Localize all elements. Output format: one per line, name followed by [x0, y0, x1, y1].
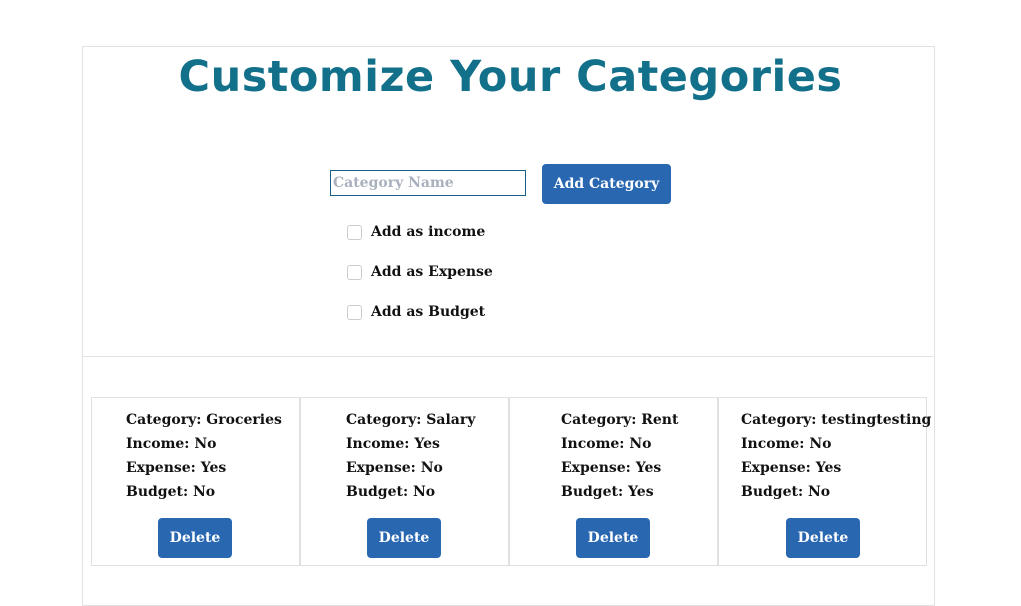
page-title: Customize Your Categories — [178, 52, 843, 102]
add-category-button[interactable]: Add Category — [542, 164, 671, 204]
category-income-text: Income: No — [126, 436, 217, 452]
category-name-text: Category: Groceries — [126, 412, 282, 428]
add-as-budget-option[interactable]: Add as Budget — [347, 304, 485, 320]
add-as-income-option[interactable]: Add as income — [347, 224, 485, 240]
category-card: Category: testingtesting Income: No Expe… — [718, 397, 931, 566]
delete-button[interactable]: Delete — [576, 518, 650, 558]
category-name-text: Category: testingtesting — [741, 412, 932, 428]
category-card: Category: Groceries Income: No Expense: … — [91, 397, 300, 566]
category-expense-text: Expense: No — [346, 460, 443, 476]
category-details: Category: Groceries Income: No Expense: … — [126, 408, 282, 504]
delete-button[interactable]: Delete — [158, 518, 232, 558]
category-expense-text: Expense: Yes — [561, 460, 662, 476]
category-expense-text: Expense: Yes — [741, 460, 842, 476]
category-name-text: Category: Rent — [561, 412, 679, 428]
add-as-expense-label: Add as Expense — [371, 264, 493, 280]
category-name-text: Category: Salary — [346, 412, 476, 428]
category-budget-text: Budget: No — [346, 484, 436, 500]
category-card: Category: Salary Income: Yes Expense: No… — [300, 397, 509, 566]
category-income-text: Income: Yes — [346, 436, 440, 452]
section-divider — [82, 356, 935, 357]
category-details: Category: testingtesting Income: No Expe… — [741, 408, 931, 504]
add-as-budget-checkbox[interactable] — [347, 304, 362, 320]
category-name-input[interactable] — [330, 170, 526, 196]
delete-button[interactable]: Delete — [786, 518, 860, 558]
add-as-expense-option[interactable]: Add as Expense — [347, 264, 493, 280]
category-card: Category: Rent Income: No Expense: Yes B… — [509, 397, 718, 566]
category-details: Category: Rent Income: No Expense: Yes B… — [561, 408, 678, 504]
add-as-income-label: Add as income — [371, 224, 486, 240]
delete-button[interactable]: Delete — [367, 518, 441, 558]
category-details: Category: Salary Income: Yes Expense: No… — [346, 408, 475, 504]
add-as-budget-label: Add as Budget — [371, 304, 486, 320]
category-budget-text: Budget: No — [741, 484, 831, 500]
category-income-text: Income: No — [561, 436, 652, 452]
add-as-income-checkbox[interactable] — [347, 224, 362, 240]
category-budget-text: Budget: Yes — [561, 484, 654, 500]
add-as-expense-checkbox[interactable] — [347, 264, 362, 280]
category-budget-text: Budget: No — [126, 484, 216, 500]
category-expense-text: Expense: Yes — [126, 460, 227, 476]
category-income-text: Income: No — [741, 436, 832, 452]
